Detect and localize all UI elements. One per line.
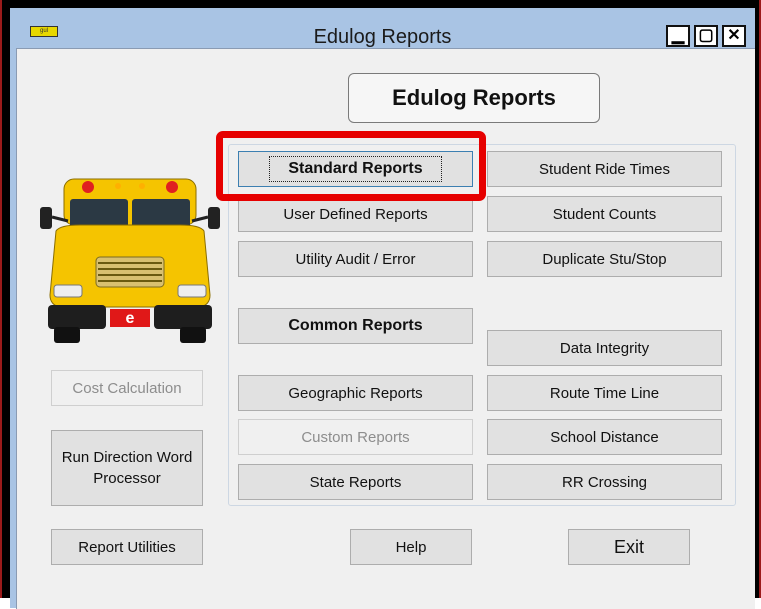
help-button[interactable]: Help [350, 529, 472, 565]
screen-frame: gul Edulog Reports ▁ ▢ ✕ Edulog Reports … [0, 0, 761, 609]
run-direction-label-line1: Run Direction Word [61, 449, 193, 466]
cost-calculation-button[interactable]: Cost Calculation [51, 370, 203, 406]
bus-logo-text: e [126, 310, 135, 327]
report-utilities-button[interactable]: Report Utilities [51, 529, 203, 565]
window-title: Edulog Reports [313, 26, 452, 48]
common-reports-button[interactable]: Common Reports [238, 308, 473, 344]
page-heading: Edulog Reports [348, 73, 600, 123]
duplicate-stu-stop-button[interactable]: Duplicate Stu/Stop [487, 241, 722, 277]
maximize-button[interactable]: ▢ [694, 25, 718, 47]
student-ride-times-button[interactable]: Student Ride Times [487, 151, 722, 187]
state-reports-button[interactable]: State Reports [238, 464, 473, 500]
run-direction-word-processor-button[interactable]: Run Direction Word Processor [51, 430, 203, 506]
route-time-line-button[interactable]: Route Time Line [487, 375, 722, 411]
school-distance-button[interactable]: School Distance [487, 419, 722, 455]
minimize-button[interactable]: ▁ [666, 25, 690, 47]
student-counts-button[interactable]: Student Counts [487, 196, 722, 232]
school-bus-image: e [40, 178, 220, 343]
data-integrity-button[interactable]: Data Integrity [487, 330, 722, 366]
highlight-annotation-box [216, 131, 486, 201]
close-button[interactable]: ✕ [722, 25, 746, 47]
exit-button[interactable]: Exit [568, 529, 690, 565]
utility-audit-error-button[interactable]: Utility Audit / Error [238, 241, 473, 277]
geographic-reports-button[interactable]: Geographic Reports [238, 375, 473, 411]
run-direction-label-line2: Processor [93, 470, 161, 487]
rr-crossing-button[interactable]: RR Crossing [487, 464, 722, 500]
custom-reports-button[interactable]: Custom Reports [238, 419, 473, 455]
user-defined-reports-button[interactable]: User Defined Reports [238, 196, 473, 232]
